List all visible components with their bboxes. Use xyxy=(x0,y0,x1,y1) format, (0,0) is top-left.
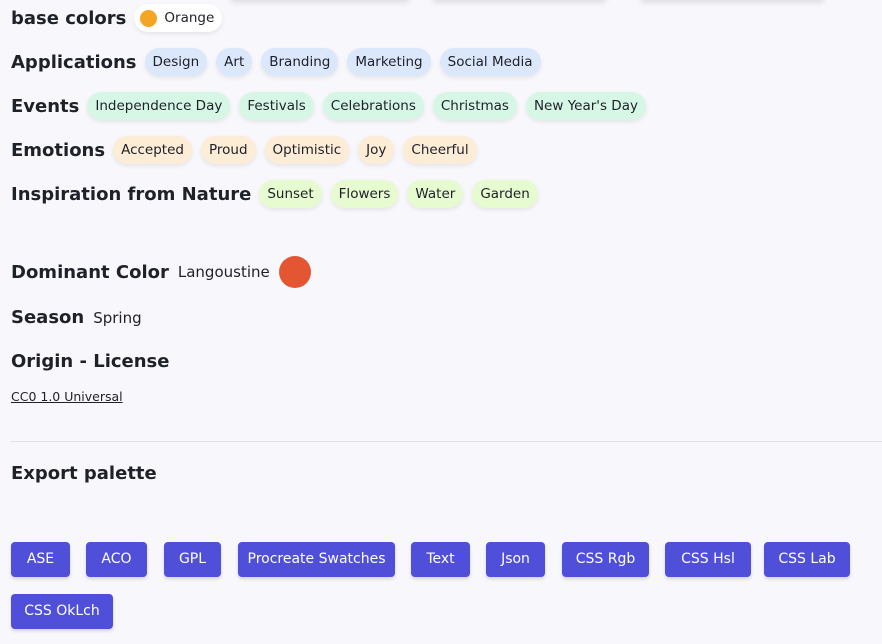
divider xyxy=(11,441,882,442)
events-tag[interactable]: Christmas xyxy=(432,92,517,120)
nature-tags: Sunset Flowers Water Garden xyxy=(259,180,546,208)
events-tag[interactable]: Independence Day xyxy=(87,92,231,120)
events-row: Events Independence Day Festivals Celebrat… xyxy=(11,92,655,120)
events-title: Events xyxy=(11,95,80,117)
nature-tag[interactable]: Sunset xyxy=(259,180,322,208)
export-ase-button[interactable]: ASE xyxy=(11,542,70,577)
orange-dot-icon xyxy=(140,9,158,27)
export-css-rgb-button[interactable]: CSS Rgb xyxy=(562,542,649,577)
export-procreate-swatches-button[interactable]: Procreate Swatches xyxy=(238,542,395,577)
applications-row: Applications Design Art Branding Marketing S… xyxy=(11,48,550,76)
emotions-tag[interactable]: Accepted xyxy=(113,136,192,164)
applications-tag[interactable]: Social Media xyxy=(439,48,541,76)
nature-tag[interactable]: Flowers xyxy=(330,180,399,208)
export-css-lab-button[interactable]: CSS Lab xyxy=(764,542,850,577)
base-colors-row: base colors Orange xyxy=(11,4,223,32)
season-row: Season Spring xyxy=(11,307,142,328)
emotions-tag[interactable]: Proud xyxy=(200,136,256,164)
events-tag[interactable]: New Year's Day xyxy=(525,92,646,120)
base-colors-title: base colors xyxy=(11,7,127,29)
applications-tag[interactable]: Marketing xyxy=(347,48,431,76)
emotions-title: Emotions xyxy=(11,139,106,161)
emotions-tag[interactable]: Joy xyxy=(358,136,395,164)
export-gpl-button[interactable]: GPL xyxy=(164,542,221,577)
nature-tag[interactable]: Water xyxy=(407,180,464,208)
dominant-color-row: Dominant Color Langoustine xyxy=(11,256,311,288)
nature-row: Inspiration from Nature Sunset Flowers Wat… xyxy=(11,180,547,208)
origin-row: Origin - License xyxy=(11,351,177,372)
applications-title: Applications xyxy=(11,51,137,73)
license-link[interactable]: CC0 1.0 Universal xyxy=(11,389,123,404)
applications-tag[interactable]: Art xyxy=(216,48,253,76)
dominant-color-name: Langoustine xyxy=(177,263,270,281)
events-tag[interactable]: Celebrations xyxy=(322,92,424,120)
emotions-row: Emotions Accepted Proud Optimistic Joy Cheer… xyxy=(11,136,486,164)
events-tags: Independence Day Festivals Celebrations Chr… xyxy=(87,92,655,120)
export-css-hsl-button[interactable]: CSS Hsl xyxy=(665,542,751,577)
nature-title: Inspiration from Nature xyxy=(11,183,252,205)
season-value: Spring xyxy=(93,308,142,327)
base-color-chip[interactable]: Orange xyxy=(134,4,223,32)
nature-tag[interactable]: Garden xyxy=(472,180,538,208)
emotions-tag[interactable]: Cheerful xyxy=(403,136,477,164)
export-json-button[interactable]: Json xyxy=(486,542,545,577)
origin-title: Origin - License xyxy=(11,351,170,372)
export-text-button[interactable]: Text xyxy=(411,542,470,577)
dominant-color-title: Dominant Color xyxy=(11,261,169,283)
emotions-tag[interactable]: Optimistic xyxy=(264,136,350,164)
season-title: Season xyxy=(11,307,85,328)
base-color-label: Orange xyxy=(164,10,215,26)
dominant-color-swatch[interactable] xyxy=(278,256,311,288)
applications-tags: Design Art Branding Marketing Social Media xyxy=(144,48,550,76)
export-css-oklch-button[interactable]: CSS OkLch xyxy=(11,594,113,629)
emotions-tags: Accepted Proud Optimistic Joy Cheerful xyxy=(113,136,486,164)
events-tag[interactable]: Festivals xyxy=(239,92,314,120)
export-palette-title: Export palette xyxy=(11,463,157,484)
export-aco-button[interactable]: ACO xyxy=(86,542,147,577)
applications-tag[interactable]: Design xyxy=(144,48,208,76)
applications-tag[interactable]: Branding xyxy=(261,48,339,76)
